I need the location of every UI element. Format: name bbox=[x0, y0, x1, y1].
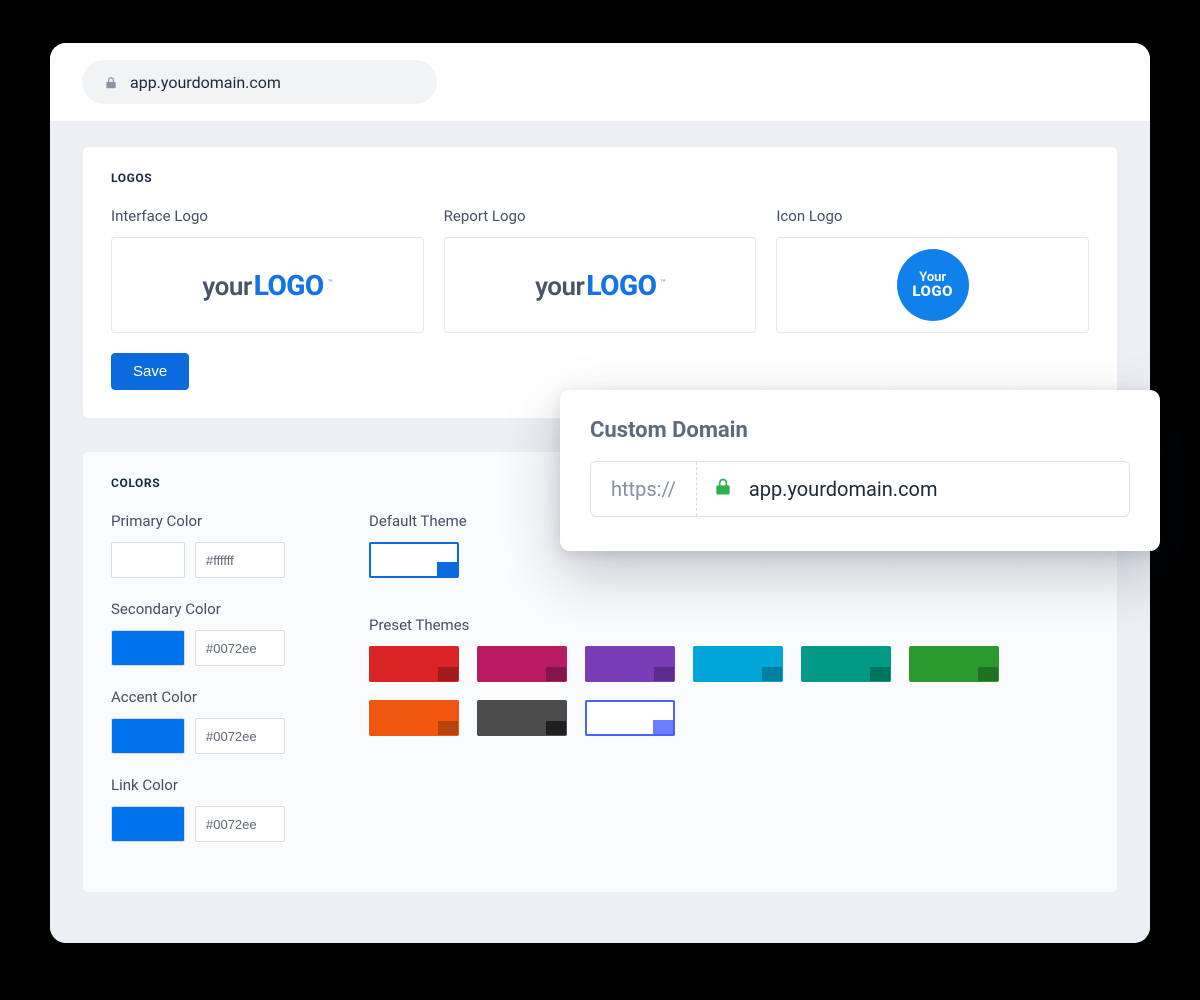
primary-color-input[interactable] bbox=[195, 542, 285, 578]
logo-placeholder: yourLOGO™ bbox=[202, 269, 332, 302]
link-color-input[interactable] bbox=[195, 806, 285, 842]
preset-themes-grid bbox=[369, 646, 1069, 736]
custom-domain-input[interactable]: https:// app.yourdomain.com bbox=[590, 461, 1130, 517]
address-bar[interactable]: app.yourdomain.com bbox=[82, 60, 437, 104]
preset-theme-swatch[interactable] bbox=[585, 646, 675, 682]
preset-theme-swatch[interactable] bbox=[477, 700, 567, 736]
default-theme-swatch[interactable] bbox=[369, 542, 459, 578]
preset-theme-swatch[interactable] bbox=[909, 646, 999, 682]
preset-theme-swatch[interactable] bbox=[369, 646, 459, 682]
icon-logo-label: Icon Logo bbox=[776, 207, 1089, 225]
preset-theme-swatch[interactable] bbox=[369, 700, 459, 736]
icon-logo-upload[interactable]: Your LOGO bbox=[776, 237, 1089, 333]
logos-section-title: LOGOS bbox=[111, 171, 1089, 185]
scheme-prefix: https:// bbox=[591, 462, 697, 516]
link-color-label: Link Color bbox=[111, 776, 321, 794]
preset-theme-swatch[interactable] bbox=[693, 646, 783, 682]
lock-icon bbox=[713, 477, 733, 501]
logos-panel: LOGOS Interface Logo yourLOGO™ Report Lo… bbox=[82, 146, 1118, 419]
icon-logo-placeholder: Your LOGO bbox=[897, 249, 969, 321]
address-bar-url: app.yourdomain.com bbox=[130, 73, 281, 92]
custom-domain-title: Custom Domain bbox=[590, 418, 1130, 443]
primary-color-label: Primary Color bbox=[111, 512, 321, 530]
accent-color-label: Accent Color bbox=[111, 688, 321, 706]
save-button[interactable]: Save bbox=[111, 353, 189, 390]
primary-color-swatch[interactable] bbox=[111, 542, 185, 578]
custom-domain-host: app.yourdomain.com bbox=[749, 477, 938, 501]
interface-logo-upload[interactable]: yourLOGO™ bbox=[111, 237, 424, 333]
interface-logo-label: Interface Logo bbox=[111, 207, 424, 225]
custom-domain-card: Custom Domain https:// app.yourdomain.co… bbox=[560, 390, 1160, 551]
preset-theme-swatch[interactable] bbox=[585, 700, 675, 736]
link-color-swatch[interactable] bbox=[111, 806, 185, 842]
window-header: app.yourdomain.com bbox=[50, 43, 1150, 121]
accent-color-swatch[interactable] bbox=[111, 718, 185, 754]
preset-theme-swatch[interactable] bbox=[801, 646, 891, 682]
report-logo-upload[interactable]: yourLOGO™ bbox=[444, 237, 757, 333]
accent-color-input[interactable] bbox=[195, 718, 285, 754]
preset-theme-swatch[interactable] bbox=[477, 646, 567, 682]
lock-icon bbox=[104, 75, 118, 89]
logo-placeholder: yourLOGO™ bbox=[535, 269, 665, 302]
preset-themes-label: Preset Themes bbox=[369, 616, 1089, 634]
secondary-color-input[interactable] bbox=[195, 630, 285, 666]
secondary-color-swatch[interactable] bbox=[111, 630, 185, 666]
report-logo-label: Report Logo bbox=[444, 207, 757, 225]
secondary-color-label: Secondary Color bbox=[111, 600, 321, 618]
